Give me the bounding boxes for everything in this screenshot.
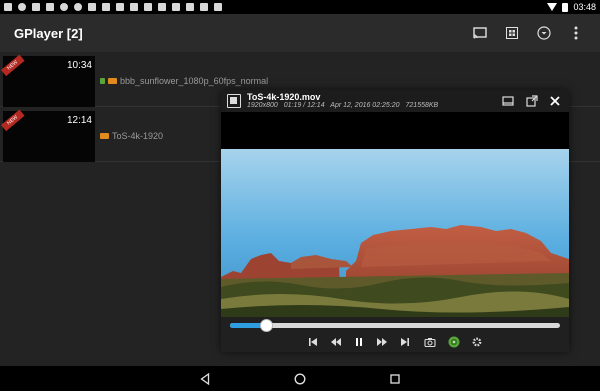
bag-icon [214,3,222,11]
status-right: 03:48 [547,2,596,12]
minimize-icon[interactable] [502,95,514,107]
bag-icon [200,3,208,11]
player-meta: 1920x800 01:19 / 12:14 Apr 12, 2016 02:2… [247,102,442,109]
recents-icon[interactable] [388,372,402,386]
app-title: GPlayer [2] [14,25,83,41]
video-duration: 12:14 [66,115,92,126]
new-ribbon: NEW [1,109,25,132]
notification-icon [4,3,12,11]
video-name: ToS-4k-1920 [112,131,164,141]
seek-bar[interactable] [230,319,560,332]
video-frame[interactable] [221,149,569,317]
clock: 03:48 [573,2,596,12]
filter-icon[interactable] [534,23,554,43]
shield-icon [60,3,68,11]
player-resolution: 1920x800 [247,102,278,109]
format-tag-icon [100,133,109,139]
bag-icon [130,3,138,11]
battery-icon [562,2,569,12]
floating-player[interactable]: ToS-4k-1920.mov 1920x800 01:19 / 12:14 A… [221,90,569,352]
app-bar-actions [470,23,586,43]
bag-icon [102,3,110,11]
more-icon[interactable] [566,23,586,43]
seek-handle[interactable] [260,319,274,332]
player-date: Apr 12, 2016 02:25:20 [330,102,400,109]
app-bar: GPlayer [2] [0,14,600,52]
letterbox-top [221,112,569,149]
player-header[interactable]: ToS-4k-1920.mov 1920x800 01:19 / 12:14 A… [221,90,569,112]
cast-icon[interactable] [470,23,490,43]
landscape-image [221,149,569,317]
notification-icons [4,3,222,11]
player-controls [221,317,569,352]
fast-forward-icon[interactable] [376,336,388,348]
rocket-icon [144,3,152,11]
screen: 03:48 GPlayer [2] NEW 10:34 bbb_sunflowe… [0,0,600,391]
close-icon[interactable] [549,95,561,107]
shield-icon [74,3,82,11]
player-window-icon [227,94,241,108]
bag-icon [186,3,194,11]
transport-controls [221,336,569,350]
wifi-icon [547,3,558,11]
bag-icon [172,3,180,11]
phone-icon [88,3,96,11]
speed-icon[interactable] [448,336,460,348]
video-duration: 10:34 [66,60,92,71]
status-bar: 03:48 [0,0,600,14]
video-title: ToS-4k-1920 [100,131,163,141]
warning-icon [18,3,26,11]
pause-icon[interactable] [353,336,365,348]
hd-tag-icon [100,78,105,84]
image-icon [46,3,54,11]
back-icon[interactable] [198,372,212,386]
bag-icon [116,3,124,11]
bag-icon [158,3,166,11]
popout-icon[interactable] [526,95,538,107]
format-tag-icon [108,78,117,84]
settings-gear-icon[interactable] [471,336,483,348]
navigation-bar [0,366,600,391]
player-title: ToS-4k-1920.mov [247,92,321,102]
skip-next-icon[interactable] [399,336,411,348]
player-position: 01:19 / 12:14 [283,102,325,109]
player-size: 721558KB [405,102,439,109]
new-ribbon: NEW [1,54,25,77]
home-icon[interactable] [293,372,307,386]
rewind-icon[interactable] [330,336,342,348]
rocket-icon [32,3,40,11]
video-thumbnail[interactable]: NEW 12:14 [1,109,95,162]
camera-icon[interactable] [424,336,436,348]
video-title: bbb_sunflower_1080p_60fps_normal [100,76,268,86]
skip-previous-icon[interactable] [307,336,319,348]
video-name: bbb_sunflower_1080p_60fps_normal [120,76,269,86]
grid-icon[interactable] [502,23,522,43]
video-thumbnail[interactable]: NEW 10:34 [1,54,95,107]
